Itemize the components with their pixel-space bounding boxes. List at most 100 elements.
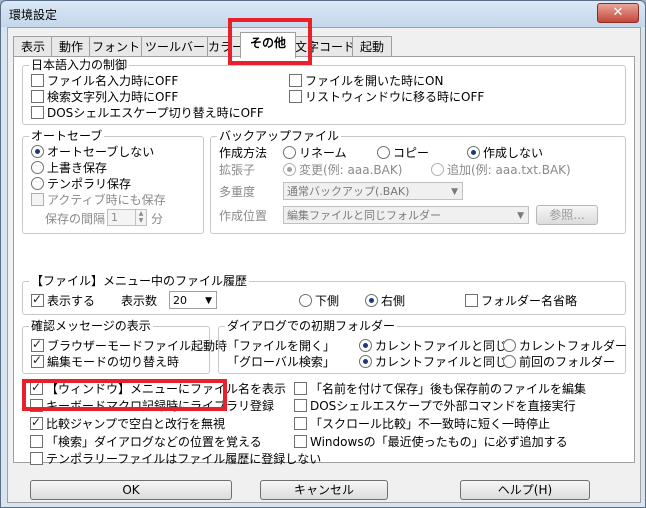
- checkbox-box[interactable]: [30, 415, 43, 430]
- checkbox-box[interactable]: [294, 382, 307, 395]
- chevron-down-icon[interactable]: ▼: [451, 183, 458, 199]
- radio-button[interactable]: [31, 145, 44, 158]
- spin-arrows-icon[interactable]: ▲ ▼: [135, 210, 146, 225]
- jp-input-group: 日本語入力の制御 ファイル名入力時にOFF 検索文字列入力時にOFF DOSシェ…: [22, 58, 626, 125]
- radio-open-current-folder[interactable]: カレントフォルダー: [503, 339, 627, 353]
- checkbox-box[interactable]: [289, 90, 302, 103]
- checkbox-label: 表示する: [47, 294, 96, 308]
- browse-button[interactable]: 参照...: [536, 205, 598, 225]
- checkbox-edit-mode[interactable]: 編集モードの切り替え時: [31, 353, 180, 369]
- radio-button[interactable]: [359, 355, 372, 368]
- interval-spinner[interactable]: 1 ▲ ▼: [107, 209, 147, 226]
- tab-startup[interactable]: 起動: [352, 36, 392, 57]
- radio-button[interactable]: [31, 177, 44, 190]
- radio-label: オートセーブしない: [47, 145, 155, 159]
- checkbox-box[interactable]: [31, 193, 44, 206]
- radio-button[interactable]: [31, 161, 44, 174]
- chevron-down-icon[interactable]: ▼: [517, 207, 524, 223]
- checkbox-label: テンポラリーファイルはファイル履歴に登録しない: [46, 452, 322, 466]
- checkbox-active-save[interactable]: アクティブ時にも保存: [31, 193, 166, 207]
- radio-button[interactable]: [359, 339, 372, 352]
- tab-behavior[interactable]: 動作: [51, 36, 91, 57]
- radio-ext-change[interactable]: 変更(例: aaa.BAK): [283, 163, 402, 177]
- checkbox-browser-mode[interactable]: ブラウザーモードファイル起動時: [31, 337, 228, 353]
- checkbox-dosshell-off[interactable]: DOSシェルエスケープ切り替え時にOFF: [31, 106, 264, 120]
- checkbox-temp-no-history[interactable]: テンポラリーファイルはファイル履歴に登録しない: [30, 452, 321, 466]
- checkbox-box[interactable]: [31, 337, 44, 352]
- radio-overwrite[interactable]: 上書き保存: [31, 161, 107, 175]
- checkbox-history-show[interactable]: 表示する: [31, 292, 96, 308]
- help-button[interactable]: ヘルプ(H): [460, 480, 590, 500]
- checkbox-box[interactable]: [31, 106, 44, 119]
- checkbox-box[interactable]: [289, 74, 302, 87]
- radio-grep-last-folder[interactable]: 前回のフォルダー: [503, 355, 615, 369]
- checkbox-dosshell-direct[interactable]: DOSシェルエスケープで外部コマンドを直接実行: [294, 399, 576, 413]
- checkbox-label: フォルダー名省略: [481, 294, 578, 308]
- tab-display[interactable]: 表示: [13, 36, 53, 57]
- count-select[interactable]: 20 ▼: [169, 291, 217, 309]
- checkbox-filename-off[interactable]: ファイル名入力時にOFF: [31, 74, 178, 88]
- radio-button[interactable]: [503, 339, 516, 352]
- checkbox-remember-dialog-pos[interactable]: 「検索」ダイアログなどの位置を覚える: [30, 435, 262, 449]
- radio-button[interactable]: [467, 146, 480, 159]
- checkbox-box[interactable]: [31, 292, 44, 307]
- checkbox-search-off[interactable]: 検索文字列入力時にOFF: [31, 90, 178, 104]
- radio-label: テンポラリ保存: [47, 177, 132, 191]
- location-select[interactable]: 編集ファイルと同じフォルダー ▼: [283, 206, 529, 224]
- radio-label: カレントファイルと同じ: [375, 339, 508, 353]
- multi-label: 多重度: [219, 185, 256, 199]
- group-title: 確認メッセージの表示: [29, 319, 153, 333]
- checkbox-label: ファイル名入力時にOFF: [47, 74, 179, 88]
- radio-label: カレントファイルと同じ: [375, 355, 508, 369]
- checkbox-label: 「名前を付けて保存」後も保存前のファイルを編集: [310, 382, 587, 396]
- multi-select[interactable]: 通常バックアップ(.BAK) ▼: [283, 182, 463, 200]
- radio-button[interactable]: [431, 163, 444, 176]
- checkbox-compare-ignore-space[interactable]: 比較ジャンプで空白と改行を無視: [30, 415, 225, 431]
- checkbox-saveas-keep-editing[interactable]: 「名前を付けて保存」後も保存前のファイルを編集: [294, 382, 586, 396]
- history-group: 【ファイル】メニュー中のファイル履歴 表示する 表示数 20 ▼ 下側 右側 フォ…: [22, 274, 626, 315]
- checkbox-label: アクティブ時にも保存: [47, 193, 166, 207]
- radio-copy[interactable]: コピー: [377, 146, 429, 160]
- checkbox-box[interactable]: [31, 353, 44, 368]
- checkbox-windows-recent[interactable]: Windowsの「最近使ったもの」に必ず追加する: [294, 435, 568, 449]
- checkbox-label: 編集モードの切り替え時: [47, 355, 180, 369]
- checkbox-box[interactable]: [31, 90, 44, 103]
- radio-button[interactable]: [283, 163, 296, 176]
- checkbox-omit-folder[interactable]: フォルダー名省略: [465, 294, 577, 308]
- radio-button[interactable]: [377, 146, 390, 159]
- radio-history-below[interactable]: 下側: [299, 294, 339, 308]
- radio-ext-add[interactable]: 追加(例: aaa.txt.BAK): [431, 163, 571, 177]
- checkbox-box[interactable]: [294, 435, 307, 448]
- checkbox-listwindow-off[interactable]: リストウィンドウに移る時にOFF: [289, 90, 484, 104]
- radio-no-autosave[interactable]: オートセーブしない: [31, 145, 154, 159]
- checkbox-box[interactable]: [465, 294, 478, 307]
- tab-font[interactable]: フォント: [89, 36, 143, 57]
- radio-button[interactable]: [503, 355, 516, 368]
- close-button[interactable]: ✕: [597, 3, 639, 23]
- radio-button[interactable]: [365, 294, 378, 307]
- radio-history-right[interactable]: 右側: [365, 294, 405, 308]
- radio-button[interactable]: [283, 146, 296, 159]
- ok-button[interactable]: OK: [30, 480, 232, 500]
- tab-toolbar[interactable]: ツールバー: [141, 36, 209, 57]
- radio-open-current-file[interactable]: カレントファイルと同じ: [359, 339, 507, 353]
- checkbox-box[interactable]: [294, 417, 307, 430]
- group-title: 日本語入力の制御: [29, 58, 130, 72]
- radio-button[interactable]: [299, 294, 312, 307]
- radio-rename[interactable]: リネーム: [283, 146, 347, 160]
- radio-no-backup[interactable]: 作成しない: [467, 146, 543, 160]
- checkbox-open-on[interactable]: ファイルを開いた時にON: [289, 74, 443, 88]
- count-value: 20: [173, 294, 187, 307]
- checkbox-box[interactable]: [30, 452, 43, 465]
- checkbox-box[interactable]: [30, 435, 43, 448]
- checkbox-scroll-compare-pause[interactable]: 「スクロール比較」不一致時に短く一時停止: [294, 417, 550, 431]
- radio-grep-current-file[interactable]: カレントファイルと同じ: [359, 355, 507, 369]
- checkbox-box[interactable]: [294, 399, 307, 412]
- radio-temp-save[interactable]: テンポラリ保存: [31, 177, 131, 191]
- chevron-down-icon[interactable]: ▼: [205, 292, 212, 308]
- title-bar[interactable]: 環境設定 ✕: [1, 1, 645, 27]
- checkbox-box[interactable]: [31, 74, 44, 87]
- interval-value[interactable]: 1: [111, 211, 118, 224]
- checkbox-label: ブラウザーモードファイル起動時: [47, 339, 228, 353]
- cancel-button[interactable]: キャンセル: [260, 480, 388, 500]
